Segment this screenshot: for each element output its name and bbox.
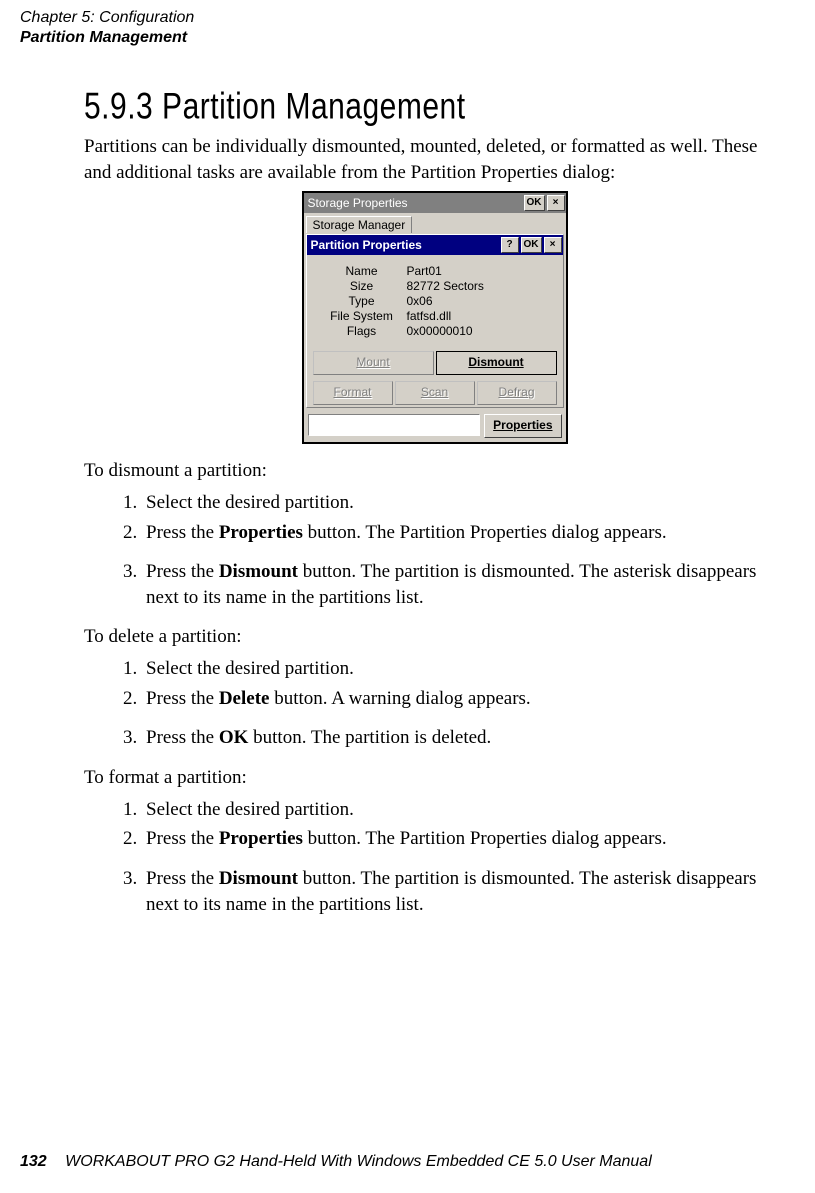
properties-button[interactable]: Properties (484, 414, 561, 438)
section-label: Partition Management (20, 28, 194, 48)
dismount-heading: To dismount a partition: (84, 458, 785, 484)
screenshot-storage-properties: Storage Properties OK × Storage Manager … (302, 191, 568, 444)
outer-titlebar: Storage Properties OK × (304, 193, 566, 213)
inner-window-title: Partition Properties (311, 238, 422, 252)
section-heading: 5.9.3 Partition Management (84, 86, 785, 129)
list-item: Press the OK button. The partition is de… (142, 725, 785, 751)
field-fs-value: fatfsd.dll (407, 309, 452, 323)
outer-window-title: Storage Properties (308, 196, 408, 210)
field-name-label: Name (317, 264, 407, 278)
partition-list-placeholder (308, 414, 481, 436)
outer-close-button[interactable]: × (547, 195, 565, 211)
chapter-label: Chapter 5: Configuration (20, 8, 194, 28)
page-footer: 132 WORKABOUT PRO G2 Hand-Held With Wind… (20, 1153, 652, 1171)
inner-help-button[interactable]: ? (501, 237, 519, 253)
mount-button[interactable]: Mount (313, 351, 434, 375)
intro-paragraph: Partitions can be individually dismounte… (84, 134, 785, 185)
list-item: Select the desired partition. (142, 656, 785, 682)
defrag-button[interactable]: Defrag (477, 381, 557, 405)
dismount-button[interactable]: Dismount (436, 351, 557, 375)
format-button[interactable]: Format (313, 381, 393, 405)
inner-titlebar: Partition Properties ? OK × (307, 235, 563, 255)
inner-close-button[interactable]: × (544, 237, 562, 253)
list-item: Press the Dismount button. The partition… (142, 866, 785, 917)
dismount-steps: Select the desired partition. Press the … (84, 490, 785, 611)
inner-ok-button[interactable]: OK (521, 237, 542, 253)
list-item: Press the Properties button. The Partiti… (142, 520, 785, 546)
field-size-label: Size (317, 279, 407, 293)
format-heading: To format a partition: (84, 765, 785, 791)
format-steps: Select the desired partition. Press the … (84, 797, 785, 918)
list-item: Press the Properties button. The Partiti… (142, 826, 785, 852)
list-item: Press the Delete button. A warning dialo… (142, 686, 785, 712)
outer-ok-button[interactable]: OK (524, 195, 545, 211)
page-number: 132 (20, 1153, 47, 1170)
partition-props-area: NamePart01 Size82772 Sectors Type0x06 Fi… (307, 255, 563, 343)
field-type-value: 0x06 (407, 294, 433, 308)
page-content: 5.9.3 Partition Management Partitions ca… (84, 86, 785, 927)
page-header: Chapter 5: Configuration Partition Manag… (20, 8, 194, 48)
field-flags-value: 0x00000010 (407, 324, 473, 338)
field-flags-label: Flags (317, 324, 407, 338)
field-name-value: Part01 (407, 264, 442, 278)
tab-storage-manager[interactable]: Storage Manager (306, 216, 413, 233)
delete-steps: Select the desired partition. Press the … (84, 656, 785, 751)
scan-button[interactable]: Scan (395, 381, 475, 405)
list-item: Select the desired partition. (142, 797, 785, 823)
field-size-value: 82772 Sectors (407, 279, 484, 293)
field-type-label: Type (317, 294, 407, 308)
field-fs-label: File System (317, 309, 407, 323)
list-item: Press the Dismount button. The partition… (142, 559, 785, 610)
list-item: Select the desired partition. (142, 490, 785, 516)
delete-heading: To delete a partition: (84, 624, 785, 650)
footer-title: WORKABOUT PRO G2 Hand-Held With Windows … (65, 1153, 652, 1170)
